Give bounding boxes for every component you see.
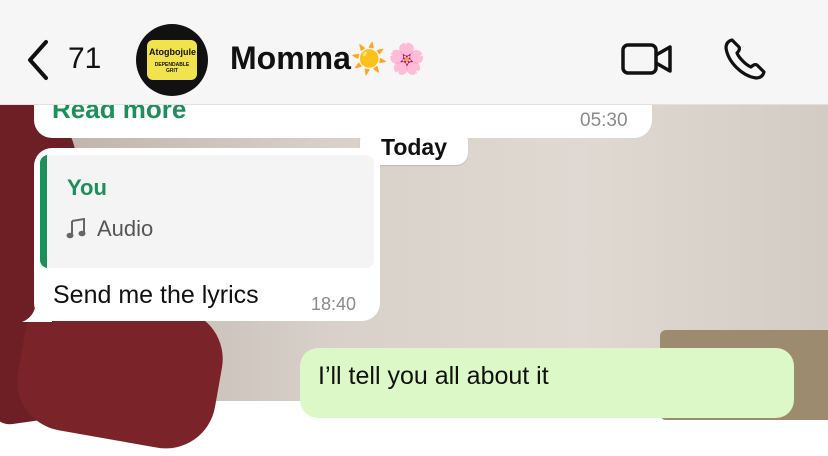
previous-message-time: 05:30 <box>580 110 628 131</box>
contact-name: Momma <box>230 40 351 76</box>
avatar-text: Atogbojule <box>149 47 196 57</box>
music-note-icon <box>66 218 86 239</box>
quoted-text: Audio <box>97 216 154 241</box>
contact-emoji: ☀️🌸 <box>350 43 426 76</box>
quoted-message[interactable]: You Audio <box>40 155 374 268</box>
phone-icon[interactable] <box>722 36 768 82</box>
unread-count[interactable]: 71 <box>68 42 101 76</box>
message-text: Send me the lyrics <box>53 281 259 309</box>
video-camera-icon[interactable] <box>620 40 674 78</box>
chevron-left-icon[interactable] <box>24 38 64 82</box>
contact-name-area[interactable]: Momma☀️🌸 <box>230 40 426 77</box>
avatar[interactable]: Atogbojule DEPENDABLE GRIT <box>136 24 208 96</box>
avatar-image: Atogbojule DEPENDABLE GRIT <box>147 40 197 80</box>
quote-accent-bar <box>40 155 47 268</box>
avatar-subtext: DEPENDABLE GRIT <box>154 62 190 74</box>
outgoing-message-text: I’ll tell you all about it <box>318 362 549 390</box>
message-time: 18:40 <box>311 294 357 314</box>
quoted-author: You <box>67 175 107 200</box>
chat-header: 71 Atogbojule DEPENDABLE GRIT Momma☀️🌸 <box>0 0 828 105</box>
